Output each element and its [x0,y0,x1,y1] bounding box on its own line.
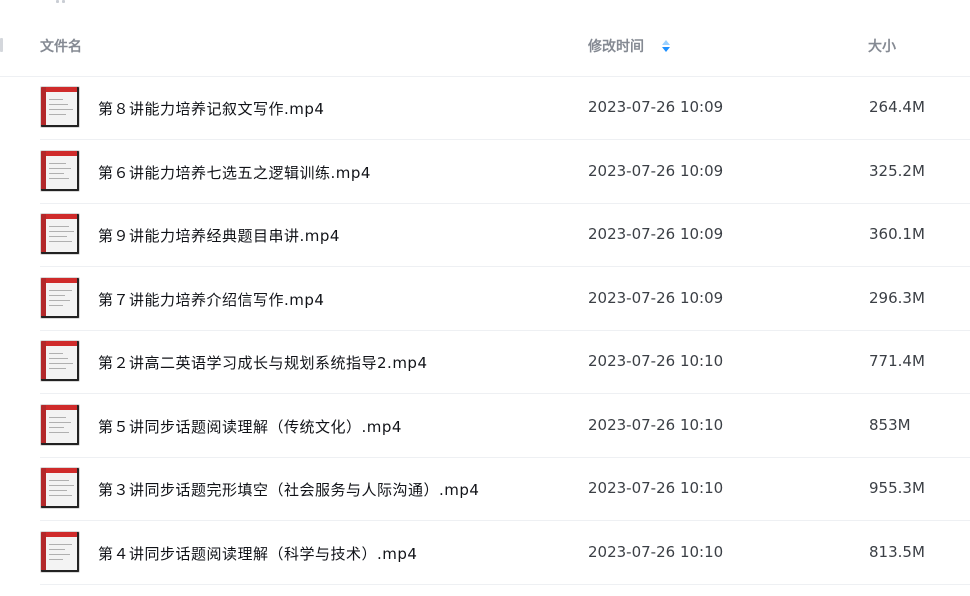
file-modified-time: 2023-07-26 10:10 [588,352,724,370]
video-thumbnail-icon [40,467,80,509]
file-modified-time: 2023-07-26 10:10 [588,415,724,434]
video-thumbnail-icon [40,86,80,128]
file-row[interactable]: 第７讲能力培养介绍信写作.mp4 2023-07-26 10:09 296.3M [40,267,970,331]
file-row[interactable]: 第５讲同步话题阅读理解（传统文化）.mp4 2023-07-26 10:10 853… [40,394,970,458]
file-modified-time: 2023-07-26 10:09 [588,161,724,180]
file-row[interactable]: 第２讲高二英语学习成长与规划系统指导2.mp4 2023-07-26 10:10 7… [40,330,970,394]
column-header-name[interactable]: 文件名 [40,36,82,56]
file-modified-time: 2023-07-26 10:10 [588,542,724,561]
file-modified-time: 2023-07-26 10:09 [588,98,724,116]
file-row[interactable]: 第６讲能力培养七选五之逻辑训练.mp4 2023-07-26 10:09 325.2… [40,140,970,204]
file-name[interactable]: 第５讲同步话题阅读理解（传统文化）.mp4 [98,416,402,437]
file-size: 771.4M [869,352,925,370]
video-thumbnail-icon [40,149,80,192]
file-name[interactable]: 第７讲能力培养介绍信写作.mp4 [98,289,324,310]
file-size: 813.5M [869,542,925,561]
file-name[interactable]: 第６讲能力培养七选五之逻辑训练.mp4 [98,162,371,183]
file-size: 264.4M [869,98,925,116]
file-name[interactable]: 第８讲能力培养记叙文写作.mp4 [98,98,324,119]
file-name[interactable]: 第９讲能力培养经典题目串讲.mp4 [98,225,340,246]
video-thumbnail-icon [40,276,80,319]
video-thumbnail-icon [40,340,80,382]
file-modified-time: 2023-07-26 10:09 [588,225,724,243]
file-row[interactable]: 第４讲同步话题阅读理解（科学与技术）.mp4 2023-07-26 10:10 81… [40,521,970,585]
video-thumbnail-icon [40,213,80,255]
file-list-header: 文件名 修改时间 大小 [0,0,970,77]
file-size: 955.3M [869,479,925,497]
file-size: 853M [869,415,911,434]
file-row[interactable]: 第８讲能力培养记叙文写作.mp4 2023-07-26 10:09 264.4M [40,76,970,140]
file-row[interactable]: 第３讲同步话题完形填空（社会服务与人际沟通）.mp4 2023-07-26 10:… [40,457,970,521]
file-name[interactable]: 第２讲高二英语学习成长与规划系统指导2.mp4 [98,352,428,373]
file-size: 360.1M [869,225,925,243]
sort-desc-icon[interactable] [661,38,671,52]
file-size: 325.2M [869,161,925,180]
column-header-size[interactable]: 大小 [868,36,896,56]
column-header-modified[interactable]: 修改时间 [588,36,644,56]
file-name[interactable]: 第４讲同步话题阅读理解（科学与技术）.mp4 [98,543,417,564]
file-modified-time: 2023-07-26 10:09 [588,288,724,307]
file-size: 296.3M [869,288,925,307]
video-thumbnail-icon [40,403,80,446]
file-modified-time: 2023-07-26 10:10 [588,479,724,497]
file-name[interactable]: 第３讲同步话题完形填空（社会服务与人际沟通）.mp4 [98,479,479,500]
file-row[interactable]: 第９讲能力培养经典题目串讲.mp4 2023-07-26 10:09 360.1M [40,203,970,267]
video-thumbnail-icon [40,530,80,573]
